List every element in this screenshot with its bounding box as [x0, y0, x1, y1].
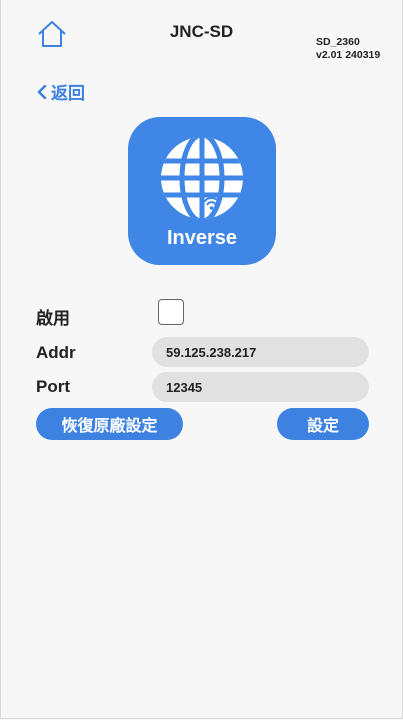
back-label: 返回	[51, 84, 85, 103]
enable-label: 啟用	[36, 309, 70, 328]
set-button[interactable]: 設定	[277, 408, 369, 440]
model-line-1: SD_2360	[316, 36, 360, 48]
factory-reset-button[interactable]: 恢復原廠設定	[36, 408, 183, 440]
enable-checkbox[interactable]	[158, 299, 184, 325]
port-label: Port	[36, 377, 70, 396]
model-line-2: v2.01 240319	[316, 49, 381, 61]
app-name: Inverse	[166, 227, 238, 249]
addr-input[interactable]	[152, 337, 369, 367]
model-info: SD_2360 v2.01 240319	[316, 36, 380, 62]
port-input[interactable]	[152, 372, 369, 402]
back-link[interactable]: 返回	[37, 79, 85, 104]
factory-reset-label: 恢復原廠設定	[61, 418, 158, 435]
addr-label: Addr	[36, 343, 76, 362]
chevron-left-icon	[37, 84, 47, 99]
globe-wifi-icon	[161, 137, 243, 219]
inverse-app-icon: Inverse	[128, 117, 276, 265]
set-label: 設定	[306, 418, 339, 435]
